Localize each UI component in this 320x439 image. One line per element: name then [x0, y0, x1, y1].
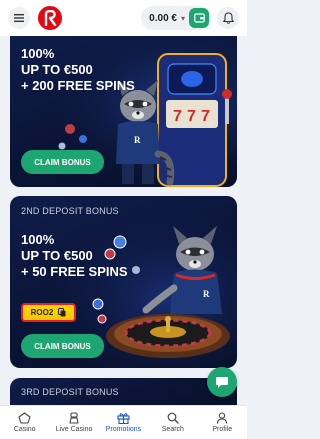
casino-icon — [18, 412, 31, 424]
headline-line: + 50 FREE SPINS — [21, 264, 128, 279]
claim-bonus-button[interactable]: CLAIM BONUS — [21, 150, 104, 174]
live-chat-button[interactable] — [207, 367, 237, 397]
svg-text:7: 7 — [187, 108, 196, 125]
logo-r-icon — [44, 10, 57, 26]
profile-icon — [217, 412, 228, 424]
promo-card-third-deposit: 3RD DEPOSIT BONUS — [10, 378, 237, 408]
bell-icon — [222, 12, 234, 24]
wallet-button[interactable] — [189, 8, 209, 28]
nav-label: Search — [161, 426, 184, 433]
top-bar: 0.00 € ▾ — [0, 0, 247, 36]
promo-card-first-deposit: 7 7 7 R 100% UP TO €500 + 200 FREE SPINS… — [10, 36, 237, 187]
search-icon — [167, 412, 179, 424]
svg-text:R: R — [203, 289, 210, 299]
nav-search[interactable]: Search — [148, 412, 197, 433]
nav-profile[interactable]: Profile — [198, 412, 247, 433]
menu-button[interactable] — [8, 7, 30, 29]
brand-logo[interactable] — [38, 6, 62, 30]
chat-icon — [216, 377, 228, 388]
balance-selector[interactable]: 0.00 € ▾ — [141, 6, 211, 30]
deposit-label: 2ND DEPOSIT BONUS — [21, 206, 119, 216]
claim-bonus-button[interactable]: CLAIM BONUS — [21, 334, 104, 358]
copy-icon — [58, 308, 66, 317]
balance-value: 0.00 € — [149, 12, 177, 24]
gift-icon — [117, 413, 130, 424]
nav-promotions[interactable]: Promotions — [99, 412, 148, 433]
promo-headline: 100% UP TO €500 + 50 FREE SPINS — [21, 232, 128, 280]
headline-line: 100% — [21, 46, 55, 61]
nav-live-casino[interactable]: Live Casino — [50, 412, 99, 433]
headline-line: UP TO €500 — [21, 62, 93, 77]
promo-card-second-deposit: R 2ND DEPOSIT BONUS 100% UP TO €500 + 50… — [10, 196, 237, 368]
chevron-down-icon: ▾ — [180, 13, 185, 23]
nav-label: Profile — [212, 426, 233, 433]
svg-text:R: R — [134, 135, 141, 145]
promo-code-text: ROO2 — [30, 308, 54, 317]
live-casino-icon — [69, 412, 79, 424]
deposit-label: 3RD DEPOSIT BONUS — [21, 387, 119, 397]
svg-text:7: 7 — [173, 108, 182, 125]
nav-label: Live Casino — [55, 426, 93, 433]
bottom-navigation: Casino Live Casino Promotions Search Pro… — [0, 405, 247, 439]
promo-code-copy[interactable]: ROO2 — [21, 303, 76, 322]
headline-line: 100% — [21, 232, 55, 247]
nav-label: Casino — [13, 426, 36, 433]
nav-label: Promotions — [105, 426, 142, 433]
nav-casino[interactable]: Casino — [0, 412, 49, 433]
headline-line: UP TO €500 — [21, 248, 93, 263]
wallet-icon — [193, 13, 205, 23]
headline-line: + 200 FREE SPINS — [21, 78, 135, 93]
promo-headline: 100% UP TO €500 + 200 FREE SPINS — [21, 46, 135, 94]
hamburger-icon — [14, 14, 24, 22]
notifications-button[interactable] — [217, 7, 239, 29]
svg-text:7: 7 — [201, 108, 210, 125]
